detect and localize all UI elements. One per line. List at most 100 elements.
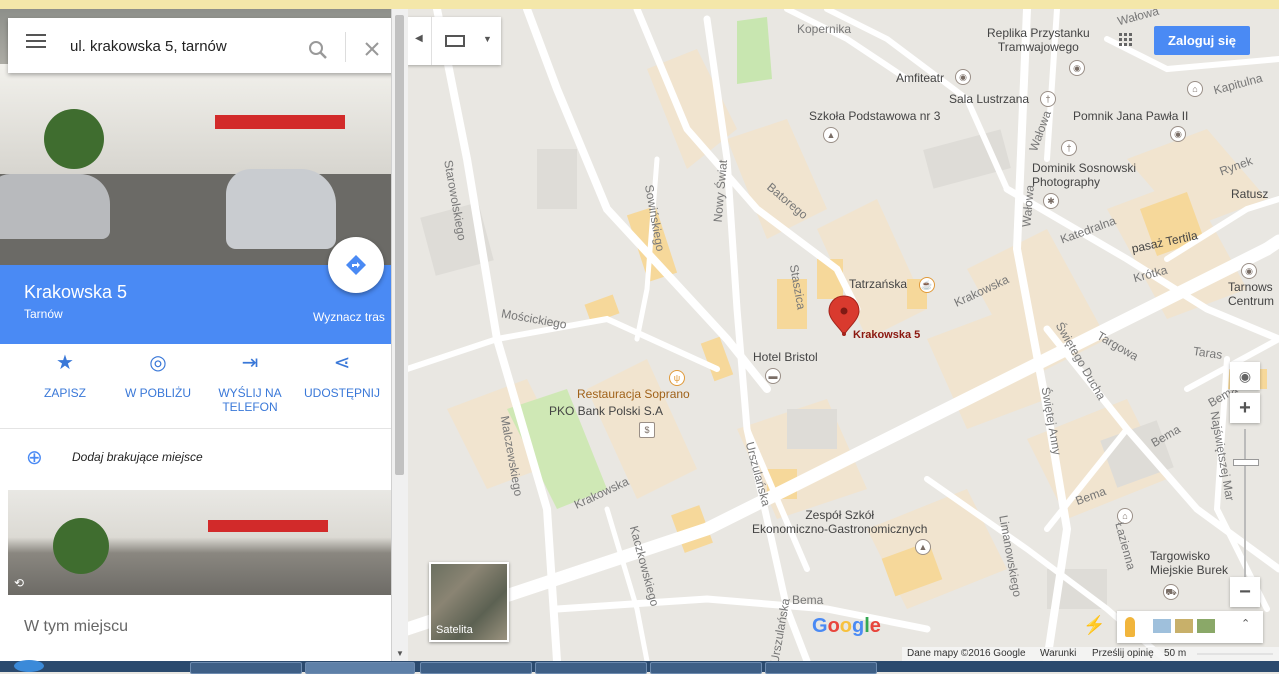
add-place-label: Dodaj brakujące miejsce: [72, 450, 203, 464]
map-toolbar: ◀ ▼: [407, 17, 501, 65]
apps-grid-glyph: [1119, 33, 1132, 46]
tree: [44, 109, 104, 169]
os-taskbar: [0, 660, 1279, 674]
google-logo: Google: [812, 615, 881, 638]
share-icon: ⋖: [333, 352, 351, 374]
poi-sala: Sala Lustrzana: [949, 92, 1030, 106]
camera-icon: ◉: [955, 69, 971, 85]
nearby-label: W POBLIŻU: [124, 386, 191, 400]
star-icon: ★: [56, 352, 74, 374]
signin-button[interactable]: Zaloguj się: [1154, 26, 1250, 55]
coffee-icon: ☕: [919, 277, 935, 293]
map-canvas[interactable]: Krakowska 5 Kopernika Wałowa Replika Prz…: [407, 9, 1279, 661]
scrollbar-thumb[interactable]: [395, 15, 404, 475]
poi-targowisko: Targowisko Miejskie Burek: [1150, 549, 1229, 577]
crosshair-icon: ◉: [1238, 368, 1252, 384]
car: [226, 169, 336, 249]
car: [0, 174, 110, 239]
place-panel: Krakowska 5 Tarnów Wyznacz tras ★ ZAPISZ…: [0, 9, 391, 661]
satellite-label: Satelita: [436, 624, 473, 636]
zoom-in-button[interactable]: +: [1230, 393, 1260, 423]
zoom-slider-track: [1244, 429, 1246, 579]
poi-amfiteatr: Amfiteatr: [896, 71, 945, 85]
satellite-toggle[interactable]: Satelita: [429, 562, 509, 642]
taskbar-item[interactable]: [535, 662, 647, 674]
chevron-up-icon[interactable]: ⌃: [1241, 617, 1250, 630]
send-to-phone-label: WYŚLIJ NA TELEFON: [218, 386, 282, 414]
start-button[interactable]: [14, 660, 44, 672]
poi-tarnows: Tarnows Centrum: [1228, 280, 1275, 308]
taskbar-item[interactable]: [420, 662, 532, 674]
scroll-down-icon[interactable]: ▼: [396, 649, 404, 658]
panel-scrollbar[interactable]: ▼: [391, 9, 408, 661]
add-place-row[interactable]: ⊕ Dodaj brakujące miejsce: [0, 429, 391, 487]
taskbar-item[interactable]: [650, 662, 762, 674]
poi-hotel: Hotel Bristol: [753, 350, 818, 364]
taskbar-item[interactable]: [305, 662, 415, 674]
nearby-pin-icon: ◎: [149, 352, 167, 374]
tree: [53, 518, 109, 574]
school-icon: ▲: [915, 539, 931, 555]
poi-zespol: Zespół Szkół Ekonomiczno-Gastronomicznyc…: [752, 508, 928, 536]
close-icon[interactable]: [364, 41, 380, 57]
pegman-icon[interactable]: [1125, 617, 1135, 637]
search-input[interactable]: [68, 32, 302, 60]
taskbar-item[interactable]: [765, 662, 877, 674]
section-title: W tym miejscu: [24, 618, 128, 635]
church-icon: †: [1040, 91, 1056, 107]
send-to-phone-icon: ⇥: [241, 352, 259, 374]
imagery-thumb[interactable]: [1153, 619, 1171, 633]
share-label: UDOSTĘPNIJ: [303, 386, 380, 400]
palette-icon: ✱: [1043, 193, 1059, 209]
street-bema4: Bema: [792, 593, 824, 607]
collapse-panel-icon[interactable]: ◀: [415, 33, 423, 44]
map-data-credit: Dane mapy ©2016 Google: [907, 648, 1026, 659]
nearby-button[interactable]: ◎ W POBLIŻU: [113, 352, 203, 400]
save-button[interactable]: ★ ZAPISZ: [20, 352, 110, 400]
zoom-slider[interactable]: [1233, 429, 1259, 579]
taskbar-item[interactable]: [190, 662, 302, 674]
poi-szkola: Szkoła Podstawowa nr 3: [809, 109, 941, 123]
place-title: Krakowska 5: [24, 282, 128, 302]
street-view-thumbnail[interactable]: ⟲: [8, 490, 391, 595]
lightning-icon[interactable]: ⚡: [1083, 615, 1105, 636]
google-logo-letter: o: [839, 615, 852, 637]
zoom-out-button[interactable]: −: [1230, 577, 1260, 607]
action-bar: ★ ZAPISZ ◎ W POBLIŻU ⇥ WYŚLIJ NA TELEFON…: [0, 344, 391, 429]
hotel-icon: ▬: [765, 368, 781, 384]
apps-grid-icon[interactable]: [1119, 33, 1132, 46]
poi-pko: PKO Bank Polski S.A: [549, 404, 664, 418]
poi-pomnik: Pomnik Jana Pawła II: [1073, 109, 1189, 123]
360-icon: ⟲: [14, 576, 25, 590]
poi-ratusz: Ratusz: [1231, 187, 1269, 201]
keyboard-icon[interactable]: [445, 35, 465, 47]
search-icon[interactable]: [308, 40, 328, 60]
share-button[interactable]: ⋖ UDOSTĘPNIJ: [297, 352, 387, 400]
search-box: [8, 18, 391, 73]
menu-icon[interactable]: [26, 40, 46, 42]
camera-icon: ◉: [1241, 263, 1257, 279]
imagery-thumb[interactable]: [1175, 619, 1193, 633]
feedback-link[interactable]: Prześlij opinię: [1092, 647, 1154, 661]
google-logo-letter: G: [812, 615, 828, 637]
imagery-thumb[interactable]: [1197, 619, 1215, 633]
bank-icon: $: [639, 422, 655, 438]
church-icon: †: [1061, 140, 1077, 156]
imagery-strip[interactable]: ⌃: [1117, 611, 1263, 643]
terms-link[interactable]: Warunki: [1040, 647, 1076, 661]
poi-replika: Replika Przystanku Tramwajowego: [987, 26, 1090, 54]
camera-icon: ◉: [1069, 60, 1085, 76]
zoom-slider-handle[interactable]: [1233, 459, 1259, 466]
my-location-button[interactable]: ◉: [1230, 362, 1260, 390]
directions-button[interactable]: [328, 237, 384, 293]
google-logo-letter: g: [852, 615, 865, 637]
scale-label: 50 m: [1164, 648, 1187, 659]
map-footer: Dane mapy ©2016 Google Warunki Prześlij …: [902, 647, 1279, 661]
directions-label[interactable]: Wyznacz tras: [313, 310, 385, 324]
bank-sign: [215, 115, 345, 129]
poi-tatrzanska: Tatrzańska: [849, 277, 908, 291]
send-to-phone-button[interactable]: ⇥ WYŚLIJ NA TELEFON: [205, 352, 295, 414]
chevron-down-icon[interactable]: ▼: [483, 34, 492, 44]
add-location-icon: ⊕: [26, 447, 43, 469]
street-kopernika: Kopernika: [797, 22, 852, 36]
